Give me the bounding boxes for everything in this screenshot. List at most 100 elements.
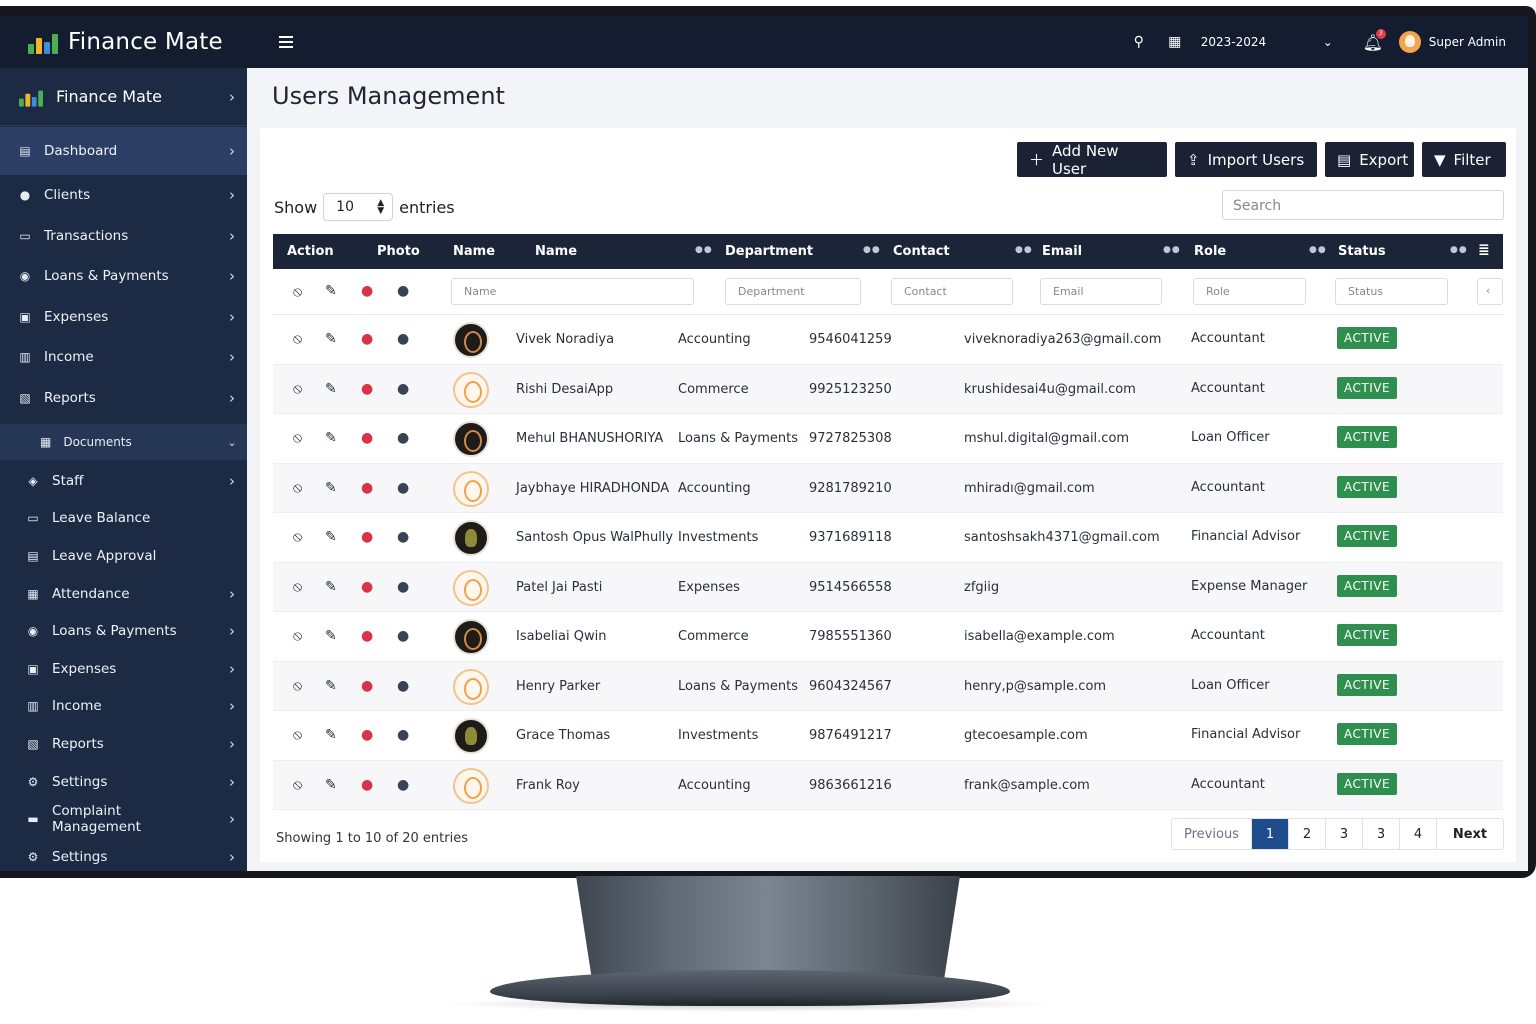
ban-icon[interactable]: ⦸: [293, 381, 302, 397]
notification-bell-icon[interactable]: 🔔︎ 3: [1359, 28, 1387, 52]
add-user-button[interactable]: ＋ Add New User: [1017, 142, 1167, 178]
user-icon[interactable]: ●: [397, 727, 409, 743]
page-button[interactable]: 2: [1289, 819, 1326, 849]
ban-icon[interactable]: ⦸: [293, 529, 302, 545]
sidebar-header[interactable]: Finance Mate ›: [0, 68, 247, 126]
col-status[interactable]: Status: [1338, 244, 1386, 259]
fiscal-year-select[interactable]: 2023-2024: [1201, 35, 1313, 49]
sort-icon[interactable]: ●●: [1163, 245, 1181, 255]
table-row[interactable]: ⦸ ✎ ● ● Grace Thomas Investments 9876491217 gte…: [273, 711, 1503, 761]
sidebar-item-leave-approval[interactable]: ▤ Leave Approval: [0, 537, 247, 575]
edit-icon[interactable]: ✎: [325, 283, 337, 299]
sort-icon[interactable]: ●●: [863, 245, 881, 255]
user-icon[interactable]: ●: [361, 579, 373, 595]
sidebar-item-reports[interactable]: ▧ Reports ›: [0, 725, 247, 763]
search-icon[interactable]: ⚲: [1121, 34, 1157, 50]
ban-icon[interactable]: ⦸: [293, 727, 302, 743]
sidebar-item-loans-payments[interactable]: ◉ Loans & Payments ›: [0, 612, 247, 650]
edit-icon[interactable]: ✎: [325, 381, 337, 397]
col-name[interactable]: Name: [535, 244, 577, 259]
col-email[interactable]: Email: [1042, 244, 1082, 259]
user-icon[interactable]: ●: [397, 678, 409, 694]
department-filter-input[interactable]: Department: [725, 278, 861, 305]
page-button[interactable]: 3: [1326, 819, 1363, 849]
ban-icon[interactable]: ⦸: [293, 777, 302, 793]
ban-icon[interactable]: ⦸: [293, 579, 302, 595]
edit-icon[interactable]: ✎: [325, 331, 337, 347]
email-filter-input[interactable]: Email: [1040, 278, 1162, 305]
role-filter-input[interactable]: Role: [1193, 278, 1306, 305]
edit-icon[interactable]: ✎: [325, 628, 337, 644]
contact-filter-input[interactable]: Contact: [891, 278, 1013, 305]
table-row[interactable]: ⦸ ✎ ● ● Mehul BHANUSHORIYA Loans & Payments 97…: [273, 414, 1503, 464]
ban-icon[interactable]: ⦸: [293, 284, 302, 300]
user-icon[interactable]: ●: [397, 331, 409, 347]
entries-select[interactable]: 10 ▲ ▼: [323, 193, 394, 221]
ban-icon[interactable]: ⦸: [293, 331, 302, 347]
sidebar-item-attendance[interactable]: ▦ Attendance ›: [0, 575, 247, 613]
previous-page-button[interactable]: Previous: [1172, 819, 1252, 849]
user-icon[interactable]: ●: [361, 628, 373, 644]
sort-icon[interactable]: ●●: [1309, 245, 1327, 255]
export-button[interactable]: ▤ Export: [1325, 142, 1414, 177]
user-icon[interactable]: ●: [361, 727, 373, 743]
sidebar-item-settings[interactable]: ⚙ Settings ›: [0, 838, 247, 871]
user-icon[interactable]: ●: [361, 283, 373, 299]
page-button[interactable]: 3: [1363, 819, 1400, 849]
sidebar-item-transactions[interactable]: ▭ Transactions ›: [0, 216, 247, 257]
sidebar-item-documents[interactable]: ▦ Documents ⌄: [0, 424, 247, 460]
sidebar-item-loans-payments[interactable]: ◉ Loans & Payments ›: [0, 256, 247, 297]
user-icon[interactable]: ●: [397, 579, 409, 595]
page-button[interactable]: 1: [1252, 819, 1289, 849]
ban-icon[interactable]: ⦸: [293, 430, 302, 446]
user-icon[interactable]: ●: [361, 678, 373, 694]
table-row[interactable]: ⦸ ✎ ● ● Rishi DesaiApp Commerce 9925123250 krus…: [273, 364, 1503, 414]
user-icon[interactable]: ●: [361, 777, 373, 793]
sidebar-item-staff[interactable]: ◈ Staff ›: [0, 462, 247, 500]
filter-button[interactable]: ▼ Filter: [1422, 142, 1506, 177]
brand[interactable]: Finance Mate: [0, 16, 247, 68]
user-icon[interactable]: ●: [361, 480, 373, 496]
sidebar-item-reports[interactable]: ▧ Reports ›: [0, 378, 247, 419]
menu-toggle-icon[interactable]: [279, 36, 293, 48]
table-row[interactable]: ⦸ ✎ ● ● Henry Parker Loans & Payments 96043245…: [273, 661, 1503, 711]
table-row[interactable]: ⦸ ✎ ● ● Patel Jai Pasti Expenses 9514566558 zfg…: [273, 562, 1503, 612]
sort-icon[interactable]: ●●: [1450, 245, 1468, 255]
sidebar-item-dashboard[interactable]: ▤ Dashboard ›: [0, 127, 247, 175]
user-icon[interactable]: ●: [397, 283, 409, 299]
calendar-icon[interactable]: ▦: [1157, 34, 1193, 50]
ban-icon[interactable]: ⦸: [293, 480, 302, 496]
edit-icon[interactable]: ✎: [325, 727, 337, 743]
user-icon[interactable]: ●: [361, 430, 373, 446]
avatar[interactable]: [1398, 31, 1421, 53]
status-filter-input[interactable]: Status: [1335, 278, 1448, 305]
table-row[interactable]: ⦸ ✎ ● ● Vivek Noradiya Accounting 9546041259 vi…: [273, 315, 1503, 365]
user-icon[interactable]: ●: [397, 480, 409, 496]
table-row[interactable]: ⦸ ✎ ● ● Santosh Opus WalPhully Investments 937…: [273, 513, 1503, 563]
search-input[interactable]: Search: [1222, 190, 1504, 220]
user-icon[interactable]: ●: [397, 628, 409, 644]
user-icon[interactable]: ●: [397, 529, 409, 545]
sidebar-item-income[interactable]: ▥ Income ›: [0, 688, 247, 726]
ban-icon[interactable]: ⦸: [293, 628, 302, 644]
import-users-button[interactable]: ⇪ Import Users: [1175, 142, 1317, 177]
sidebar-item-settings[interactable]: ⚙ Settings ›: [0, 763, 247, 801]
ban-icon[interactable]: ⦸: [293, 678, 302, 694]
edit-icon[interactable]: ✎: [325, 529, 337, 545]
column-menu-icon[interactable]: ≣: [1478, 242, 1490, 258]
user-name[interactable]: Super Admin: [1429, 35, 1506, 49]
sidebar-item-leave-balance[interactable]: ▭ Leave Balance: [0, 500, 247, 538]
table-row[interactable]: ⦸ ✎ ● ● Jaybhaye HIRADHONDA Accounting 9281789…: [273, 463, 1503, 513]
sidebar-item-clients[interactable]: ● Clients ›: [0, 175, 247, 216]
next-page-button[interactable]: Next: [1437, 819, 1503, 849]
sidebar-item-expenses[interactable]: ▣ Expenses ›: [0, 297, 247, 338]
chevron-left-icon[interactable]: ‹: [1477, 278, 1503, 305]
page-button[interactable]: 4: [1400, 819, 1437, 849]
table-row[interactable]: ⦸ ✎ ● ● Frank Roy Accounting 9863661216 frank@s…: [273, 760, 1503, 810]
sidebar-item-complaint-management[interactable]: ▬ Complaint Management ›: [0, 800, 247, 838]
col-contact[interactable]: Contact: [893, 244, 950, 259]
sidebar-item-income[interactable]: ▥ Income ›: [0, 337, 247, 378]
edit-icon[interactable]: ✎: [325, 430, 337, 446]
sort-icon[interactable]: ●●: [1015, 245, 1033, 255]
user-icon[interactable]: ●: [361, 381, 373, 397]
